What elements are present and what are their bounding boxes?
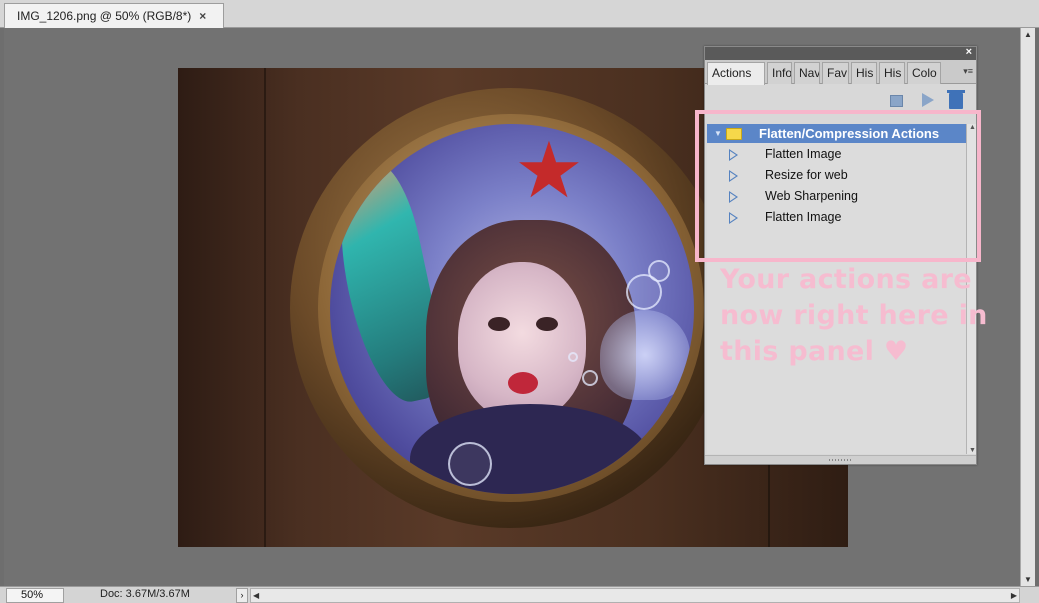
status-bar: 50% Doc: 3.67M/3.67M › ◀ ▶ (0, 586, 1039, 603)
panel-title-bar[interactable]: × (705, 46, 976, 60)
girl-face (458, 262, 586, 420)
canvas-vertical-scrollbar[interactable]: ▲ ▼ (1020, 28, 1035, 586)
panel-resize-grip[interactable] (705, 455, 976, 464)
bubble (648, 260, 670, 282)
right-eye (536, 317, 558, 331)
bubble (568, 352, 578, 362)
document-size-info: Doc: 3.67M/3.67M (100, 588, 190, 600)
trash-icon[interactable] (947, 90, 965, 109)
left-eye (488, 317, 510, 331)
starfish-icon: ★ (514, 126, 584, 214)
scroll-up-icon[interactable]: ▲ (1024, 30, 1032, 39)
tab-navigator[interactable]: Nav (794, 62, 820, 84)
bubble (448, 442, 492, 486)
tab-color[interactable]: Colo (907, 62, 941, 84)
canvas-horizontal-scrollbar[interactable]: ◀ ▶ (250, 588, 1020, 603)
status-menu-arrow-icon[interactable]: › (236, 588, 248, 603)
document-tab-bar: IMG_1206.png @ 50% (RGB/8*) × (0, 0, 1039, 28)
document-tab[interactable]: IMG_1206.png @ 50% (RGB/8*) × (4, 3, 224, 28)
annotation-message: Your actions are now right here in this … (720, 264, 988, 367)
panel-tab-strip: Actions Info Nav Fav His His Colo ▾≡ (705, 60, 976, 85)
lips (508, 372, 538, 394)
panel-close-icon[interactable]: × (966, 46, 972, 58)
wood-plank-seam (264, 68, 266, 547)
play-icon[interactable] (922, 93, 934, 107)
tab-actions[interactable]: Actions (707, 62, 765, 85)
highlight-box (695, 110, 981, 262)
panel-menu-icon[interactable]: ▾≡ (963, 66, 973, 77)
scroll-right-icon[interactable]: ▶ (1011, 591, 1017, 600)
porthole-glass: ★ (330, 124, 694, 494)
tab-histogram[interactable]: His (879, 62, 905, 84)
close-icon[interactable]: × (199, 9, 206, 23)
document-tab-title: IMG_1206.png @ 50% (RGB/8*) (17, 9, 192, 23)
tab-info[interactable]: Info (767, 62, 792, 84)
panel-scroll-down-icon[interactable]: ▼ (969, 447, 976, 454)
jellyfish (600, 310, 690, 400)
stop-icon[interactable] (890, 95, 903, 107)
scroll-left-icon[interactable]: ◀ (253, 591, 259, 600)
bubble (582, 370, 598, 386)
tab-favorites[interactable]: Fav (822, 62, 849, 84)
heart-icon: ♥ (883, 336, 909, 367)
annotation-text: Your actions are now right here in this … (720, 262, 1020, 370)
tab-history[interactable]: His (851, 62, 877, 84)
scroll-down-icon[interactable]: ▼ (1024, 575, 1032, 584)
zoom-level-field[interactable]: 50% (6, 588, 64, 603)
